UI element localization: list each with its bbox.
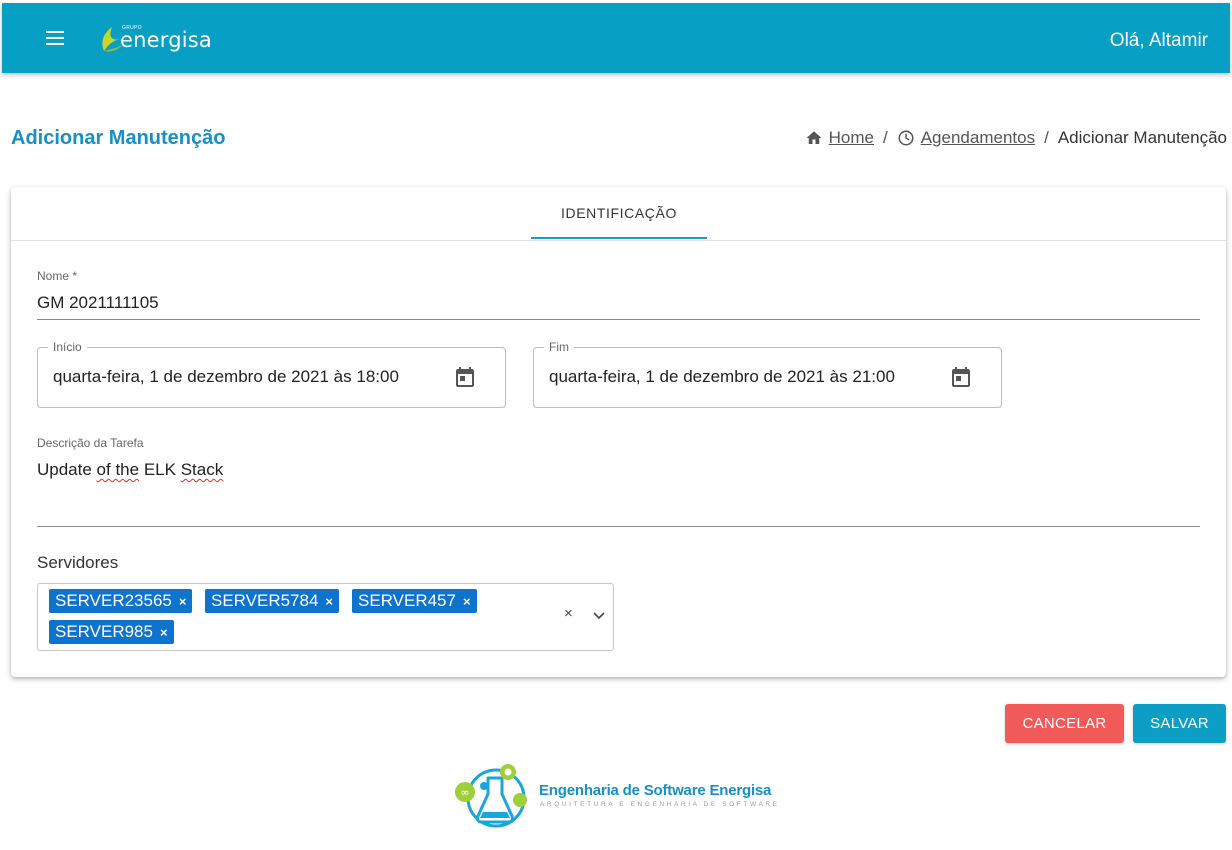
- page-title: Adicionar Manutenção: [11, 127, 226, 149]
- description-text: Update: [37, 460, 97, 479]
- menu-button[interactable]: [44, 29, 68, 49]
- hamburger-line: [46, 37, 64, 39]
- cancel-button[interactable]: CANCELAR: [1005, 704, 1124, 743]
- breadcrumb: Home / Agendamentos / Adicionar Manutenç…: [805, 128, 1227, 148]
- name-input[interactable]: GM 2021111105: [37, 293, 159, 313]
- footer-subtitle: ARQUITETURA E ENGENHARIA DE SOFTWARE: [540, 801, 780, 808]
- server-chip-label: SERVER5784: [211, 591, 319, 610]
- tab-bar: IDENTIFICAÇÃO: [11, 187, 1226, 241]
- start-date-value: quarta-feira, 1 de dezembro de 2021 às 1…: [53, 367, 399, 386]
- description-text: ELK: [139, 460, 181, 479]
- top-app-bar: GRUPO energisa Olá, Altamir: [2, 3, 1230, 73]
- start-date-field[interactable]: Início quarta-feira, 1 de dezembro de 20…: [37, 340, 506, 408]
- breadcrumb-separator: /: [882, 128, 888, 147]
- energisa-logo[interactable]: GRUPO energisa: [98, 19, 218, 59]
- chip-remove-icon[interactable]: ×: [160, 625, 168, 640]
- breadcrumb-current: Adicionar Manutenção: [1057, 128, 1227, 147]
- end-date-field[interactable]: Fim quarta-feira, 1 de dezembro de 2021 …: [533, 340, 1002, 408]
- end-date-label: Fim: [544, 340, 574, 354]
- server-chip: SERVER985 ×: [49, 620, 174, 644]
- footer-logo: ∞ Engenharia de Software Energisa ARQUIT…: [452, 760, 782, 834]
- tab-identificacao[interactable]: IDENTIFICAÇÃO: [531, 187, 707, 240]
- server-chip-label: SERVER457: [358, 591, 456, 610]
- server-chip-label: SERVER23565: [55, 591, 172, 610]
- clock-icon: [898, 130, 914, 146]
- svg-text:∞: ∞: [460, 786, 469, 799]
- end-date-value: quarta-feira, 1 de dezembro de 2021 às 2…: [549, 367, 895, 386]
- server-chip: SERVER5784 ×: [205, 589, 340, 613]
- home-icon: [806, 131, 822, 144]
- calendar-icon[interactable]: [949, 365, 973, 389]
- name-field-label: Nome *: [37, 269, 78, 283]
- description-text-misspelled: Stack: [180, 460, 224, 479]
- server-chip: SERVER457 ×: [352, 589, 477, 613]
- form-card: IDENTIFICAÇÃO Nome * GM 2021111105 Iníci…: [11, 187, 1226, 677]
- chip-remove-icon[interactable]: ×: [463, 594, 471, 609]
- description-textarea[interactable]: Update of the ELK Stack: [37, 460, 223, 480]
- user-greeting[interactable]: Olá, Altamir: [1110, 30, 1208, 52]
- logo-text: energisa: [120, 28, 212, 52]
- footer-title: Engenharia de Software Energisa: [539, 782, 772, 799]
- server-chip-label: SERVER985: [55, 622, 153, 641]
- save-button[interactable]: SALVAR: [1133, 704, 1226, 743]
- description-text-misspelled: of the: [96, 460, 140, 479]
- servers-multiselect[interactable]: SERVER23565 × SERVER5784 × SERVER457 × SERV…: [37, 583, 614, 651]
- servers-label: Servidores: [37, 553, 119, 572]
- chip-remove-icon[interactable]: ×: [325, 594, 333, 609]
- calendar-icon[interactable]: [453, 365, 477, 389]
- hamburger-menu-icon: [46, 31, 64, 33]
- description-underline: [37, 526, 1200, 527]
- lab-flask-logo-icon: ∞: [455, 764, 527, 828]
- active-tab-indicator: [531, 237, 707, 239]
- description-field-label: Descrição da Tarefa: [37, 436, 144, 450]
- server-chip: SERVER23565 ×: [49, 589, 193, 613]
- hamburger-line: [46, 43, 64, 45]
- breadcrumb-separator: /: [1044, 128, 1049, 147]
- chevron-down-icon[interactable]: [592, 611, 606, 621]
- start-date-label: Início: [48, 340, 87, 354]
- breadcrumb-home-link[interactable]: Home: [829, 128, 874, 148]
- name-input-underline: [37, 319, 1200, 320]
- chip-remove-icon[interactable]: ×: [179, 594, 187, 609]
- clear-all-icon[interactable]: ×: [564, 605, 573, 622]
- breadcrumb-schedules-link[interactable]: Agendamentos: [921, 128, 1035, 148]
